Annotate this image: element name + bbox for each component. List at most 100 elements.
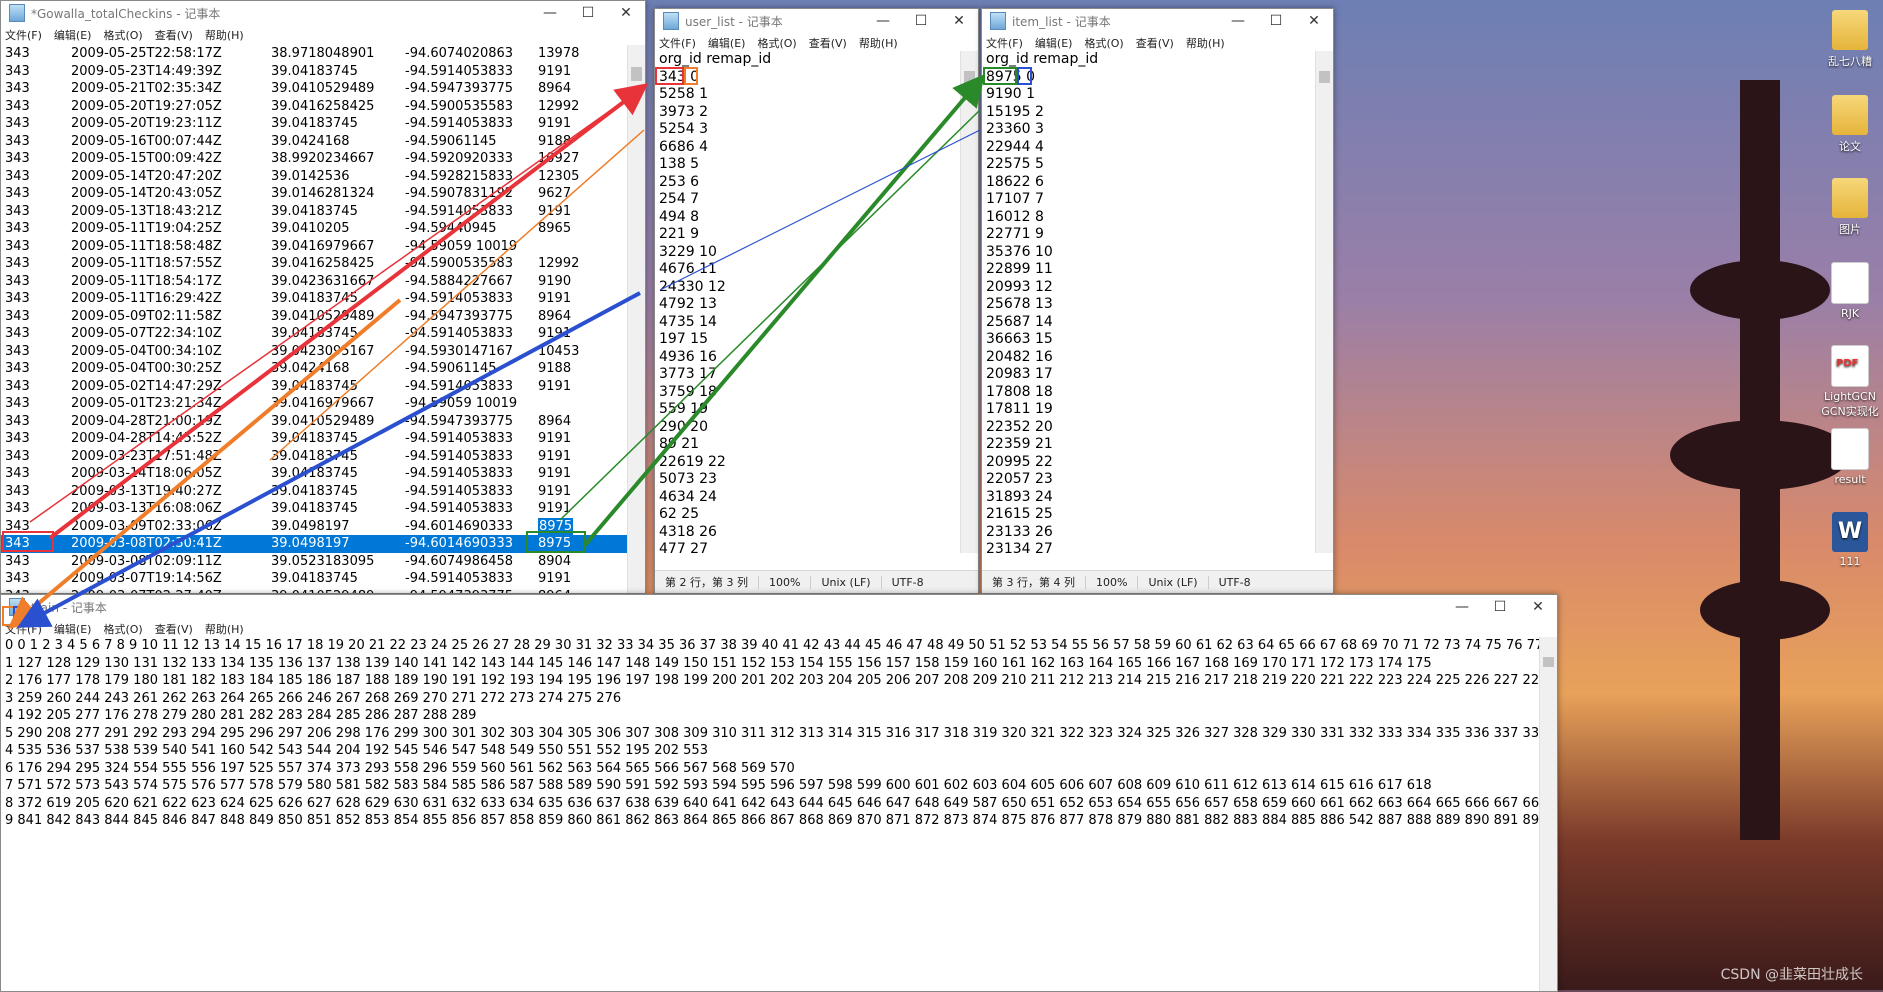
- maximize-button[interactable]: ☐: [1481, 599, 1519, 615]
- checkin-row[interactable]: 343 2009-05-07T22:34:10Z 39.04183745 -94.59…: [1, 325, 627, 343]
- doc-icon: [1831, 262, 1869, 304]
- checkin-row[interactable]: 343 2009-05-16T00:07:44Z 39.0424168 -94.590…: [1, 133, 627, 151]
- checkin-row[interactable]: 343 2009-03-14T18:06:05Z 39.04183745 -94.59…: [1, 465, 627, 483]
- vertical-scrollbar[interactable]: [1539, 637, 1557, 991]
- maximize-button[interactable]: ☐: [569, 5, 607, 21]
- minimize-button[interactable]: —: [1443, 599, 1481, 615]
- menu-file[interactable]: 文件(F): [5, 27, 42, 43]
- close-button[interactable]: ✕: [607, 5, 645, 21]
- checkin-row[interactable]: 343 2009-05-11T18:58:48Z 39.0416979667 -94.…: [1, 238, 627, 256]
- menu-view[interactable]: 查看(V): [155, 621, 193, 637]
- checkin-cell: 343: [5, 378, 30, 394]
- text-area[interactable]: org_id remap_id 8975 0 9190 1 15195 2 23360…: [982, 51, 1315, 553]
- window-titlebar[interactable]: *Gowalla_totalCheckins - 记事本 — ☐ ✕: [1, 1, 645, 25]
- window-titlebar[interactable]: user_list - 记事本 — ☐ ✕: [655, 9, 978, 33]
- checkin-row[interactable]: 343 2009-05-09T02:11:58Z 39.0410529489 -94.…: [1, 308, 627, 326]
- train-notepad-window[interactable]: train - 记事本 — ☐ ✕ 文件(F) 编辑(E) 格式(O) 查看(V…: [0, 594, 1558, 992]
- menu-edit[interactable]: 编辑(E): [708, 35, 746, 51]
- desktop-icon[interactable]: 乱七八糟: [1820, 10, 1880, 69]
- checkin-row[interactable]: 343 2009-05-04T00:34:10Z 39.0423095167 -94.…: [1, 343, 627, 361]
- menu-help[interactable]: 帮助(H): [205, 621, 244, 637]
- desktop-icon[interactable]: RJK: [1820, 262, 1880, 320]
- train-row: 0 0 1 2 3 4 5 6 7 8 9 10 11 12 13 14 15 …: [5, 638, 1539, 653]
- checkins-notepad-window[interactable]: *Gowalla_totalCheckins - 记事本 — ☐ ✕ 文件(F)…: [0, 0, 646, 594]
- vertical-scrollbar[interactable]: [627, 45, 645, 593]
- checkin-row[interactable]: 343 2009-05-20T19:23:11Z 39.04183745 -94.59…: [1, 115, 627, 133]
- checkin-row[interactable]: 343 2009-05-20T19:27:05Z 39.0416258425 -94.…: [1, 98, 627, 116]
- maximize-button[interactable]: ☐: [902, 13, 940, 29]
- list-item: 22575 5: [986, 156, 1044, 172]
- close-button[interactable]: ✕: [1519, 599, 1557, 615]
- checkin-cell: 2009-03-07T19:14:56Z: [71, 571, 222, 586]
- minimize-button[interactable]: —: [1219, 13, 1257, 29]
- checkin-row[interactable]: 343 2009-05-25T22:58:17Z 38.9718048901 -94.…: [1, 45, 627, 63]
- menu-file[interactable]: 文件(F): [986, 35, 1023, 51]
- menu-format[interactable]: 格式(O): [103, 27, 142, 43]
- checkin-row[interactable]: 343 2009-05-11T18:54:17Z 39.0423631667 -94.…: [1, 273, 627, 291]
- menu-view[interactable]: 查看(V): [1136, 35, 1174, 51]
- scrollbar-thumb[interactable]: [631, 67, 642, 81]
- checkin-row[interactable]: 343 2009-04-28T21:00:19Z 39.0410529489 -94.…: [1, 413, 627, 431]
- checkin-row[interactable]: 343 2009-03-13T16:08:06Z 39.04183745 -94.59…: [1, 500, 627, 518]
- checkin-row[interactable]: 343 2009-03-09T02:33:06Z 39.0498197 -94.601…: [1, 517, 627, 535]
- checkin-row[interactable]: 343 2009-05-15T00:09:42Z 38.9920234667 -94.…: [1, 150, 627, 168]
- desktop-icon[interactable]: LightGCN GCN实现化: [1820, 345, 1880, 419]
- vertical-scrollbar[interactable]: [960, 51, 978, 553]
- checkin-row[interactable]: 343 2009-04-28T14:45:52Z 39.04183745 -94.59…: [1, 430, 627, 448]
- checkin-row[interactable]: 343 2009-03-07T02:27:40Z 39.0410529489 -94.…: [1, 588, 627, 594]
- minimize-button[interactable]: —: [531, 5, 569, 21]
- text-area[interactable]: 0 0 1 2 3 4 5 6 7 8 9 10 11 12 13 14 15 …: [1, 637, 1539, 991]
- menu-file[interactable]: 文件(F): [5, 621, 42, 637]
- scrollbar-thumb[interactable]: [1319, 71, 1330, 83]
- desktop-icon[interactable]: 图片: [1820, 178, 1880, 237]
- maximize-button[interactable]: ☐: [1257, 13, 1295, 29]
- menu-help[interactable]: 帮助(H): [205, 27, 244, 43]
- menu-edit[interactable]: 编辑(E): [54, 621, 92, 637]
- window-titlebar[interactable]: train - 记事本 — ☐ ✕: [1, 595, 1557, 619]
- desktop-icon[interactable]: 论文: [1820, 95, 1880, 154]
- user-list-notepad-window[interactable]: user_list - 记事本 — ☐ ✕ 文件(F) 编辑(E) 格式(O) …: [654, 8, 979, 594]
- menu-format[interactable]: 格式(O): [103, 621, 142, 637]
- checkin-row[interactable]: 343 2009-05-21T02:35:34Z 39.0410529489 -94.…: [1, 80, 627, 98]
- menu-view[interactable]: 查看(V): [809, 35, 847, 51]
- checkin-row[interactable]: 343 2009-05-11T16:29:42Z 39.04183745 -94.59…: [1, 290, 627, 308]
- checkin-row[interactable]: 343 2009-05-14T20:43:05Z 39.0146281324 -94.…: [1, 185, 627, 203]
- checkin-row[interactable]: 343 2009-03-23T17:51:48Z 39.04183745 -94.59…: [1, 448, 627, 466]
- close-button[interactable]: ✕: [1295, 13, 1333, 29]
- checkin-row[interactable]: 343 2009-05-11T19:04:25Z 39.0410205 -94.594…: [1, 220, 627, 238]
- menu-file[interactable]: 文件(F): [659, 35, 696, 51]
- menu-help[interactable]: 帮助(H): [859, 35, 898, 51]
- scrollbar-thumb[interactable]: [964, 71, 975, 83]
- scrollbar-thumb[interactable]: [1543, 657, 1554, 667]
- desktop-icon[interactable]: W 111: [1820, 512, 1880, 568]
- checkin-cell: 2009-05-04T00:34:10Z: [71, 343, 222, 359]
- menu-format[interactable]: 格式(O): [757, 35, 796, 51]
- menu-edit[interactable]: 编辑(E): [1035, 35, 1073, 51]
- text-area[interactable]: 343 2009-05-25T22:58:17Z 38.9718048901 -94.…: [1, 45, 627, 593]
- checkin-row[interactable]: 343 2009-03-13T19:40:27Z 39.04183745 -94.59…: [1, 483, 627, 501]
- checkin-row[interactable]: 343 2009-05-14T20:47:20Z 39.0142536 -94.592…: [1, 168, 627, 186]
- checkin-cell: 39.0523183095: [271, 553, 375, 569]
- window-titlebar[interactable]: item_list - 记事本 — ☐ ✕: [982, 9, 1333, 33]
- checkin-cell: -94.6014690333: [405, 518, 514, 534]
- minimize-button[interactable]: —: [864, 13, 902, 29]
- checkin-row[interactable]: 343 2009-05-11T18:57:55Z 39.0416258425 -94.…: [1, 255, 627, 273]
- menu-edit[interactable]: 编辑(E): [54, 27, 92, 43]
- checkin-cell: 343: [5, 308, 30, 324]
- menu-help[interactable]: 帮助(H): [1186, 35, 1225, 51]
- desktop-icon[interactable]: result: [1820, 428, 1880, 486]
- item-list-notepad-window[interactable]: item_list - 记事本 — ☐ ✕ 文件(F) 编辑(E) 格式(O) …: [981, 8, 1334, 594]
- close-button[interactable]: ✕: [940, 13, 978, 29]
- vertical-scrollbar[interactable]: [1315, 51, 1333, 553]
- checkin-row[interactable]: 343 2009-05-02T14:47:29Z 39.04183745 -94.59…: [1, 378, 627, 396]
- checkin-row[interactable]: 343 2009-05-23T14:49:39Z 39.04183745 -94.59…: [1, 63, 627, 81]
- checkin-row[interactable]: 343 2009-03-08T02:09:11Z 39.0523183095 -94.…: [1, 553, 627, 571]
- menu-view[interactable]: 查看(V): [155, 27, 193, 43]
- checkin-row[interactable]: 343 2009-05-01T23:21:34Z 39.0416979667 -94.…: [1, 395, 627, 413]
- checkin-row[interactable]: 343 2009-05-04T00:30:25Z 39.0424168 -94.590…: [1, 360, 627, 378]
- menu-format[interactable]: 格式(O): [1084, 35, 1123, 51]
- checkin-row[interactable]: 343 2009-03-07T19:14:56Z 39.04183745 -94.59…: [1, 570, 627, 588]
- text-area[interactable]: org_id remap_id 343 0 5258 1 3973 2 5254 36…: [655, 51, 960, 553]
- checkin-row[interactable]: 343 2009-03-08T02:30:41Z 39.0498197 -94.601…: [1, 535, 627, 553]
- checkin-row[interactable]: 343 2009-05-13T18:43:21Z 39.04183745 -94.59…: [1, 203, 627, 221]
